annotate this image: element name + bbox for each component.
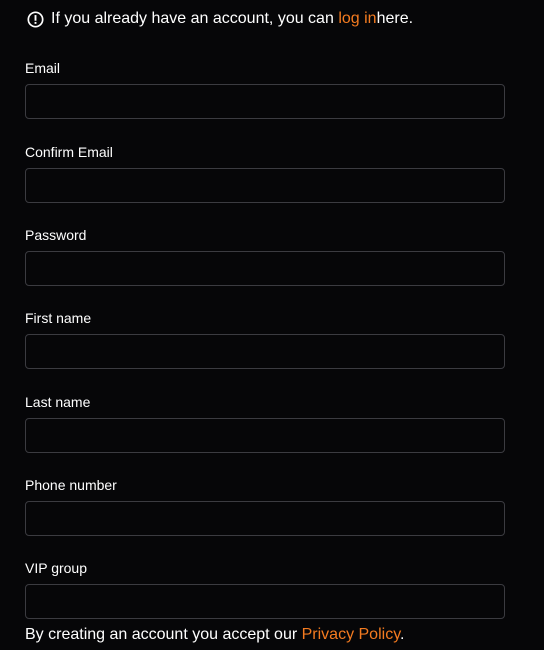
notice-text-suffix: here.	[376, 10, 414, 27]
phone-number-input[interactable]	[25, 501, 505, 536]
notice-text-prefix: If you already have an account, you can	[51, 10, 334, 27]
password-input[interactable]	[25, 251, 505, 286]
vip-group-field-group: VIP group	[25, 560, 505, 619]
terms-text-suffix: .	[400, 626, 405, 643]
last-name-field-group: Last name	[25, 394, 505, 453]
vip-group-input[interactable]	[25, 584, 505, 619]
phone-number-label: Phone number	[25, 477, 117, 493]
vip-group-label: VIP group	[25, 560, 88, 576]
email-field-group: Email	[25, 60, 505, 119]
email-label: Email	[25, 60, 61, 76]
password-field-group: Password	[25, 227, 505, 286]
confirm-email-input[interactable]	[25, 168, 505, 203]
first-name-label: First name	[25, 310, 92, 326]
terms-notice: By creating an account you accept our Pr…	[25, 626, 404, 644]
phone-number-field-group: Phone number	[25, 477, 505, 536]
confirm-email-field-group: Confirm Email	[25, 144, 505, 203]
first-name-field-group: First name	[25, 310, 505, 369]
last-name-input[interactable]	[25, 418, 505, 453]
first-name-input[interactable]	[25, 334, 505, 369]
login-link[interactable]: log in	[338, 10, 376, 28]
privacy-policy-link[interactable]: Privacy Policy	[302, 626, 400, 643]
terms-text-prefix: By creating an account you accept our	[25, 626, 302, 643]
info-icon	[27, 10, 44, 28]
password-label: Password	[25, 227, 87, 243]
login-notice: If you already have an account, you can …	[27, 8, 413, 30]
last-name-label: Last name	[25, 394, 91, 410]
confirm-email-label: Confirm Email	[25, 144, 113, 160]
email-input[interactable]	[25, 84, 505, 119]
